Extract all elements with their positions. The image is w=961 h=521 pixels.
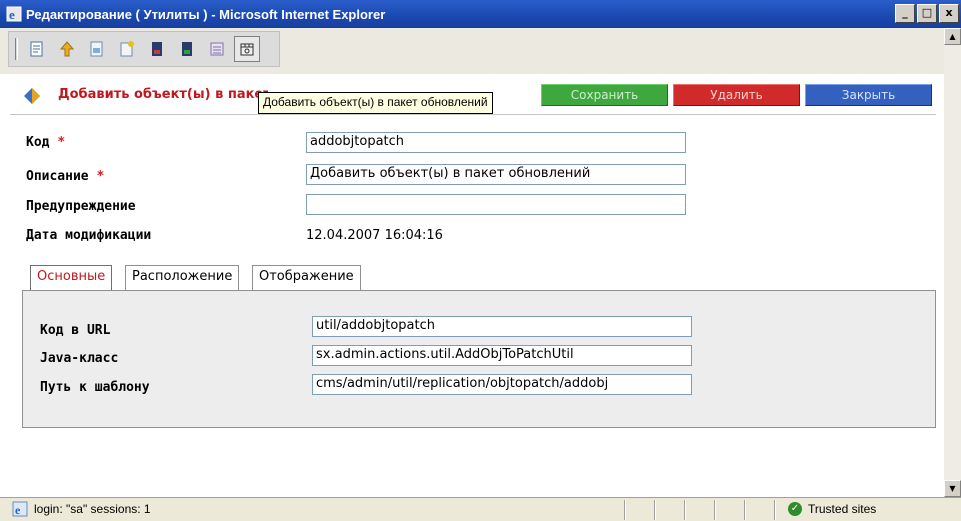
status-text: login: "sa" sessions: 1 [34, 502, 151, 516]
stack-icon[interactable] [204, 36, 230, 62]
save-button[interactable]: Сохранить [541, 84, 668, 106]
tab-main[interactable]: Основные [30, 265, 113, 291]
tooltip: Добавить объект(ы) в пакет обновлений [258, 92, 493, 114]
warning-field[interactable] [306, 194, 686, 215]
java-class-field[interactable]: sx.admin.actions.util.AddObjToPatchUtil [312, 345, 692, 366]
description-field[interactable]: Добавить объект(ы) в пакет обновлений [306, 164, 686, 185]
minimize-button[interactable]: _ [895, 4, 915, 23]
document-star-icon[interactable] [114, 36, 140, 62]
svg-text:e: e [15, 503, 21, 517]
security-zone: Trusted sites [808, 502, 877, 516]
maximize-button[interactable]: □ [917, 4, 937, 23]
scroll-up-button[interactable]: ▲ [944, 28, 961, 45]
required-mark: * [96, 169, 105, 184]
status-panel [654, 500, 656, 520]
scroll-down-button[interactable]: ▼ [944, 480, 961, 497]
new-page-icon[interactable] [24, 36, 50, 62]
divider [10, 114, 936, 115]
status-panel [774, 500, 776, 520]
ie-icon: e [6, 6, 22, 22]
toolbar-grip[interactable] [15, 38, 18, 60]
status-panel [744, 500, 746, 520]
bookmark-dark-icon[interactable] [144, 36, 170, 62]
status-bar: e login: "sa" sessions: 1 ✓ Trusted site… [0, 497, 961, 521]
status-panel [714, 500, 716, 520]
window-titlebar[interactable]: e Редактирование ( Утилиты ) - Microsoft… [0, 0, 961, 28]
url-code-field[interactable]: util/addobjtopatch [312, 316, 692, 337]
code-field[interactable]: addobjtopatch [306, 132, 686, 153]
package-icon[interactable] [234, 36, 260, 62]
close-window-button[interactable]: x [939, 4, 959, 23]
description-label: Описание * [26, 169, 105, 184]
diamond-arrow-icon [24, 88, 40, 104]
page-icon: e [12, 501, 28, 517]
toolbar [0, 28, 961, 74]
status-panel [624, 500, 626, 520]
tab-display[interactable]: Отображение [252, 265, 361, 290]
bookmark-green-icon[interactable] [174, 36, 200, 62]
modified-date-value: 12.04.2007 16:04:16 [306, 228, 443, 243]
code-label: Код * [26, 135, 66, 150]
delete-button[interactable]: Удалить [673, 84, 800, 106]
close-button[interactable]: Закрыть [805, 84, 932, 106]
template-path-field[interactable]: cms/admin/util/replication/objtopatch/ad… [312, 374, 692, 395]
required-mark: * [57, 135, 66, 150]
window-title: Редактирование ( Утилиты ) - Microsoft I… [26, 6, 386, 22]
warning-label: Предупреждение [26, 199, 136, 214]
document-icon[interactable] [84, 36, 110, 62]
url-code-label: Код в URL [40, 323, 111, 338]
template-path-label: Путь к шаблону [40, 380, 150, 395]
page-title: Добавить объект(ы) в пакет обновлений [58, 87, 268, 102]
svg-text:e: e [9, 7, 15, 22]
tab-location[interactable]: Расположение [125, 265, 240, 290]
status-panel [684, 500, 686, 520]
java-class-label: Java-класс [40, 351, 119, 366]
trusted-check-icon: ✓ [788, 502, 802, 516]
up-icon[interactable] [54, 36, 80, 62]
vertical-scrollbar[interactable]: ▲ ▼ [944, 28, 961, 497]
modified-date-label: Дата модификации [26, 228, 152, 243]
icon-toolbar [8, 31, 280, 67]
